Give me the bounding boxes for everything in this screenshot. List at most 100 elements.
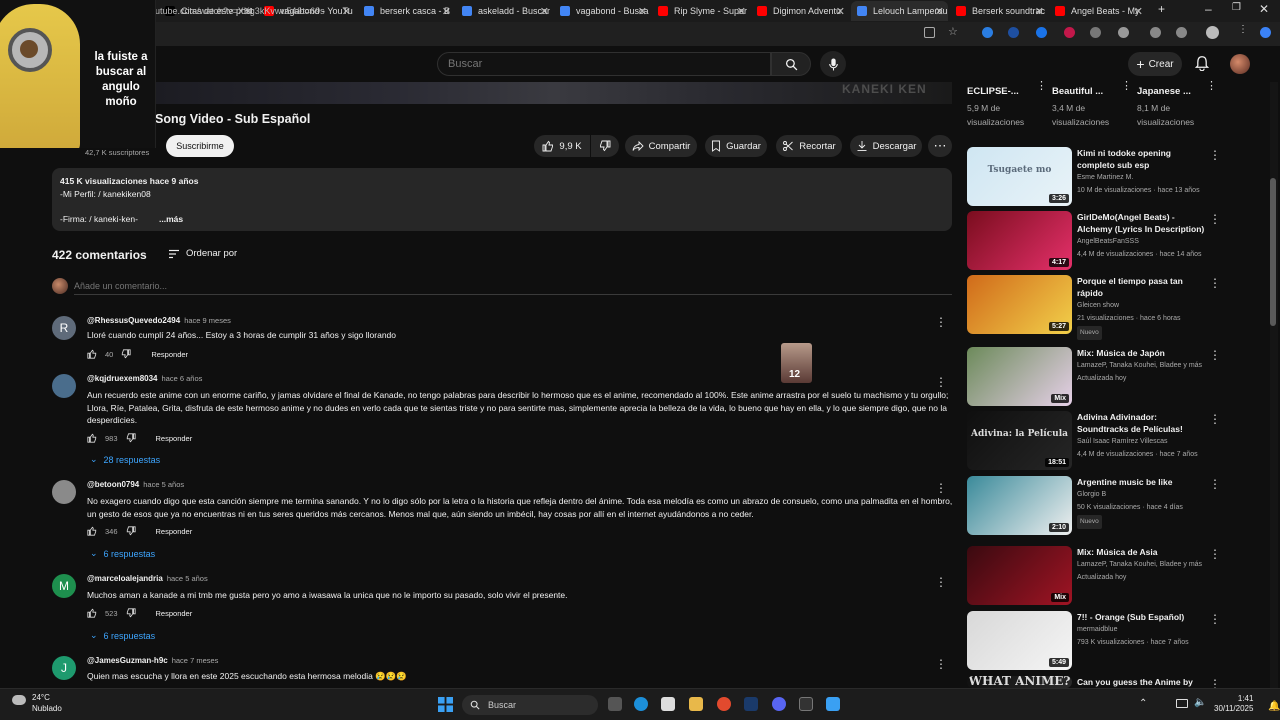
notepad-icon[interactable] [826,697,840,711]
notification-center-icon[interactable]: 🔔 [1268,701,1280,712]
windows-start-icon[interactable] [438,697,453,712]
task-view-icon[interactable] [608,697,622,711]
thumbs-down-icon[interactable] [126,433,136,443]
thumbs-up-icon[interactable] [87,608,97,618]
comment-avatar[interactable]: J [52,656,76,680]
video-thumbnail[interactable]: Mix [967,347,1072,406]
dislike-button[interactable] [591,135,619,157]
video-thumbnail[interactable]: 5:49 [967,611,1072,670]
tab-close-icon[interactable]: ✕ [737,5,746,18]
video-thumbnail[interactable]: 4:17 [967,211,1072,270]
extension-icon[interactable] [1176,27,1187,38]
new-tab-button[interactable]: + [1158,2,1165,16]
related-video-title[interactable]: Mix: Música de Asia [1077,546,1207,558]
comment-author[interactable]: @RhessusQuevedo2494 [87,316,180,325]
channel-name[interactable]: AngelBeatsFanSSS [1077,236,1217,248]
extension-icon[interactable] [982,27,993,38]
store-icon[interactable] [661,697,675,711]
profile-icon[interactable] [1206,26,1219,39]
channel-name[interactable]: Gleicen show [1077,300,1217,312]
tab-close-icon[interactable]: ✕ [638,5,647,18]
install-app-icon[interactable] [924,27,935,38]
add-comment-input[interactable] [74,281,574,291]
subscribe-button[interactable]: Suscribirme [166,135,234,157]
tab-close-icon[interactable]: ✕ [836,5,845,18]
show-more-link[interactable]: ...más [159,214,183,224]
comment-menu-icon[interactable]: ⋮ [935,658,947,670]
copilot-icon[interactable] [1260,27,1271,38]
extension-icon[interactable] [1036,27,1047,38]
comment-author[interactable]: @marceloalejandria [87,574,163,583]
related-video-title[interactable]: 7!! - Orange (Sub Español) [1077,611,1207,623]
maximize-button[interactable]: ❐ [1232,2,1241,13]
view-replies-button[interactable]: ⌄ 6 respuestas [90,630,155,641]
thumbs-down-icon[interactable] [126,608,136,618]
tab-close-icon[interactable]: ✕ [540,5,549,18]
volume-icon[interactable]: 🔈 [1194,697,1206,708]
search-button[interactable] [771,52,811,76]
browser-tab[interactable]: Digimon Adventu ✕ [751,1,849,21]
view-replies-button[interactable]: ⌄ 6 respuestas [90,548,155,559]
related-video-title[interactable]: Adivina Adivinador: Soundtracks de Pelíc… [1077,411,1207,435]
scrollbar-track[interactable] [1270,82,1278,688]
browser-tab[interactable]: Lelouch Lamperou ✕ [851,1,948,21]
url-field[interactable]: utube.com/watch?v=XKg3kKvwu54&t=69s [155,6,325,16]
view-replies-button[interactable]: ⌄ 28 respuestas [90,454,160,465]
video-thumbnail[interactable]: 2:10 [967,476,1072,535]
card-menu-icon[interactable]: ⋮ [1036,79,1047,92]
top-card-title[interactable]: Beautiful ... [1052,86,1103,97]
search-input[interactable] [448,58,748,70]
browser-tab[interactable]: vagabond - Busca ✕ [554,1,651,21]
taskbar-search[interactable]: Buscar [462,695,598,715]
voice-search-button[interactable] [820,51,846,77]
browser-tab[interactable]: Rip Slyme - Super ✕ [652,1,750,21]
top-card-title[interactable]: Japanese ... [1137,86,1191,97]
video-description[interactable]: 415 K visualizaciones hace 9 años -Mi Pe… [52,168,952,231]
video-thumbnail[interactable]: Tsugaete mo 3:26 [967,147,1072,206]
tab-close-icon[interactable]: ✕ [1035,5,1044,18]
scrollbar-thumb[interactable] [1270,178,1276,326]
browser-tab[interactable]: berserk casca - B ✕ [358,1,455,21]
card-menu-icon[interactable]: ⋮ [1206,79,1217,92]
comment-avatar[interactable]: R [52,316,76,340]
thumbs-down-icon[interactable] [121,349,131,359]
clip-button[interactable]: Recortar [776,135,842,157]
video-thumbnail[interactable]: Mix [967,546,1072,605]
channel-name[interactable]: mermaidblue [1077,624,1217,636]
extension-icon[interactable] [1150,27,1161,38]
related-video-title[interactable]: Kimi ni todoke opening completo sub esp [1077,147,1207,171]
app-icon[interactable] [799,697,813,711]
bookmark-star-icon[interactable]: ☆ [948,25,959,38]
browser-tab[interactable]: Berserk soundtrac ✕ [950,1,1048,21]
like-button[interactable]: 9,9 K [534,135,590,157]
reply-button[interactable]: Responder [156,527,193,536]
edge-icon[interactable] [634,697,648,711]
close-window-button[interactable]: ✕ [1259,2,1269,16]
search-box[interactable] [437,52,771,76]
video-menu-icon[interactable]: ⋮ [1209,276,1221,290]
channel-name[interactable]: Esme Martinez M. [1077,172,1217,184]
comment-menu-icon[interactable]: ⋮ [935,316,947,328]
related-video-title[interactable]: Argentine music be like [1077,476,1207,488]
comment-author[interactable]: @kqjdruexem8034 [87,374,158,383]
card-menu-icon[interactable]: ⋮ [1121,79,1132,92]
related-video-title[interactable]: Mix: Música de Japón [1077,347,1207,359]
chrome-icon[interactable] [717,697,731,711]
discord-icon[interactable] [772,697,786,711]
video-menu-icon[interactable]: ⋮ [1209,412,1221,426]
extension-icon[interactable] [1008,27,1019,38]
related-video-title[interactable]: Porque el tiempo pasa tan rápido [1077,275,1207,299]
file-explorer-icon[interactable] [689,697,703,711]
tab-close-icon[interactable]: ✕ [935,5,944,18]
reply-button[interactable]: Responder [156,609,193,618]
video-menu-icon[interactable]: ⋮ [1209,212,1221,226]
thumbs-up-icon[interactable] [87,526,97,536]
comment-author[interactable]: @betoon0794 [87,480,139,489]
steam-icon[interactable] [744,697,758,711]
tab-close-icon[interactable]: ✕ [442,5,451,18]
video-thumbnail[interactable]: 5:27 [967,275,1072,334]
puzzle-icon[interactable] [1118,27,1129,38]
extension-icon[interactable] [1064,27,1075,38]
notifications-bell-icon[interactable] [1195,55,1209,71]
video-player[interactable] [155,82,952,104]
